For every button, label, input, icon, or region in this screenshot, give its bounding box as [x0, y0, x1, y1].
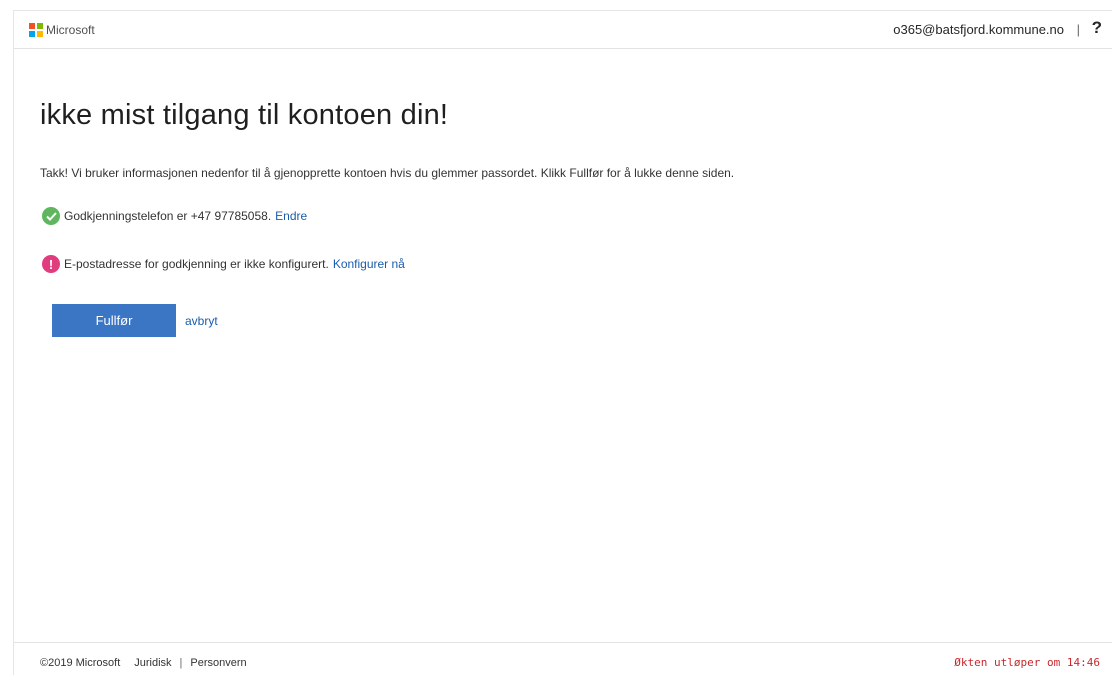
phone-status-row: Godkjenningstelefon er +47 97785058. End…: [42, 207, 307, 225]
phone-status-text: Godkjenningstelefon er +47 97785058.: [64, 209, 272, 223]
footer-separator: |: [179, 657, 183, 669]
microsoft-logo: Microsoft: [29, 23, 95, 37]
page-frame: Microsoft o365@batsfjord.kommune.no | ? …: [13, 10, 1112, 677]
footer: ©2019 Microsoft Juridisk | Personvern Øk…: [14, 642, 1112, 677]
intro-text: Takk! Vi bruker informasjonen nedenfor t…: [40, 166, 735, 180]
warning-circle-icon: !: [42, 255, 60, 273]
privacy-link[interactable]: Personvern: [190, 657, 246, 669]
brand-name: Microsoft: [46, 23, 95, 37]
help-icon[interactable]: ?: [1092, 18, 1102, 38]
header-separator: |: [1076, 22, 1080, 37]
email-status-row: ! E-postadresse for godkjenning er ikke …: [42, 255, 405, 273]
copyright-text: ©2019 Microsoft: [40, 657, 121, 669]
footer-links: ©2019 Microsoft Juridisk | Personvern: [40, 657, 247, 669]
configure-email-link[interactable]: Konfigurer nå: [333, 257, 405, 271]
cancel-link[interactable]: avbryt: [185, 314, 218, 328]
account-email[interactable]: o365@batsfjord.kommune.no: [893, 22, 1064, 37]
email-status-text: E-postadresse for godkjenning er ikke ko…: [64, 257, 329, 271]
session-timeout-text: Økten utløper om 14:46: [954, 656, 1100, 669]
legal-link[interactable]: Juridisk: [134, 657, 171, 669]
page-title: ikke mist tilgang til kontoen din!: [40, 99, 449, 131]
change-phone-link[interactable]: Endre: [275, 209, 307, 223]
finish-button[interactable]: Fullfør: [52, 304, 176, 337]
check-circle-icon: [42, 207, 60, 225]
microsoft-logo-icon: [29, 23, 43, 37]
top-bar: Microsoft o365@batsfjord.kommune.no | ?: [14, 11, 1112, 49]
